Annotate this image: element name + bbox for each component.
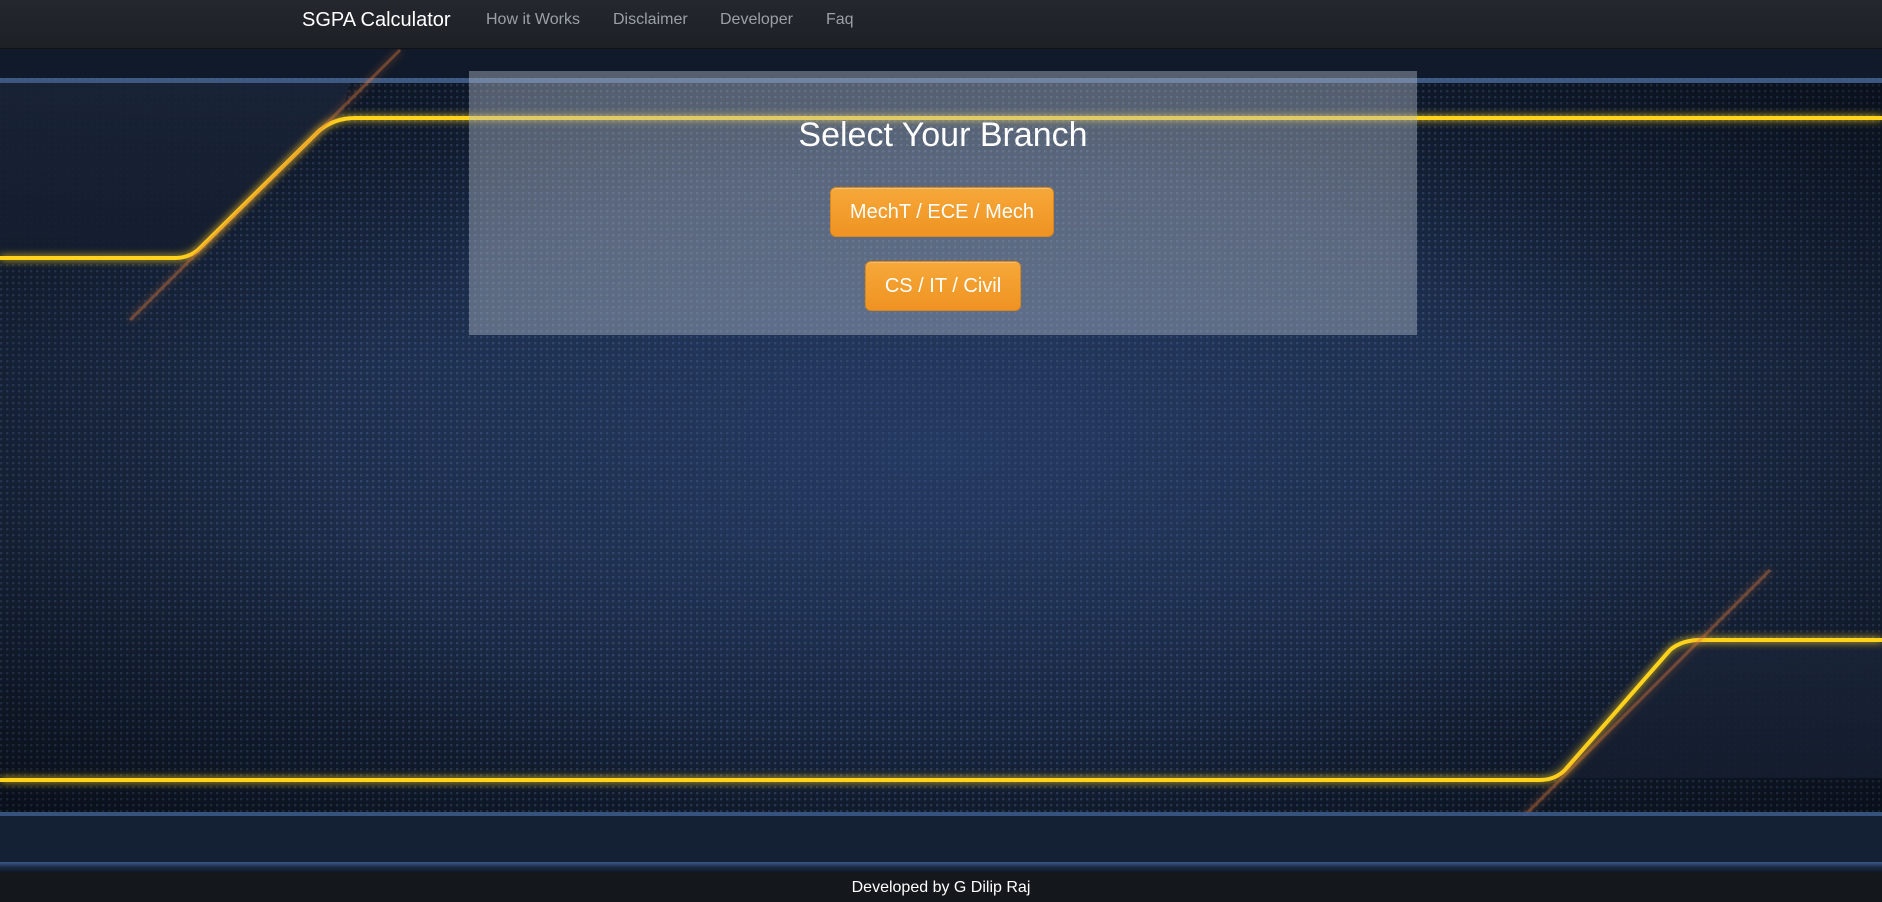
brand-link[interactable]: SGPA Calculator — [302, 9, 451, 31]
bottom-band-edge-2 — [0, 862, 1882, 872]
footer-credit: Developed by G Dilip Raj — [851, 879, 1031, 896]
nav-link-faq[interactable]: Faq — [826, 11, 854, 29]
bottom-band-edge-1 — [0, 812, 1882, 816]
footer: Developed by G Dilip Raj — [0, 872, 1882, 902]
branch-select-panel: Select Your Branch MechT / ECE / Mech CS… — [469, 71, 1417, 335]
upper-left-slab — [0, 83, 350, 255]
lower-right-slab — [1540, 640, 1882, 778]
nav-link-developer[interactable]: Developer — [720, 11, 793, 29]
branch-mech-button[interactable]: MechT / ECE / Mech — [830, 187, 1054, 237]
page-title: Select Your Branch — [798, 116, 1088, 154]
nav-link-disclaimer[interactable]: Disclaimer — [613, 11, 688, 29]
bottom-band — [0, 816, 1882, 862]
nav-link-how-it-works[interactable]: How it Works — [486, 11, 580, 29]
branch-cs-button[interactable]: CS / IT / Civil — [865, 261, 1021, 311]
navbar: SGPA Calculator How it Works Disclaimer … — [0, 0, 1882, 49]
